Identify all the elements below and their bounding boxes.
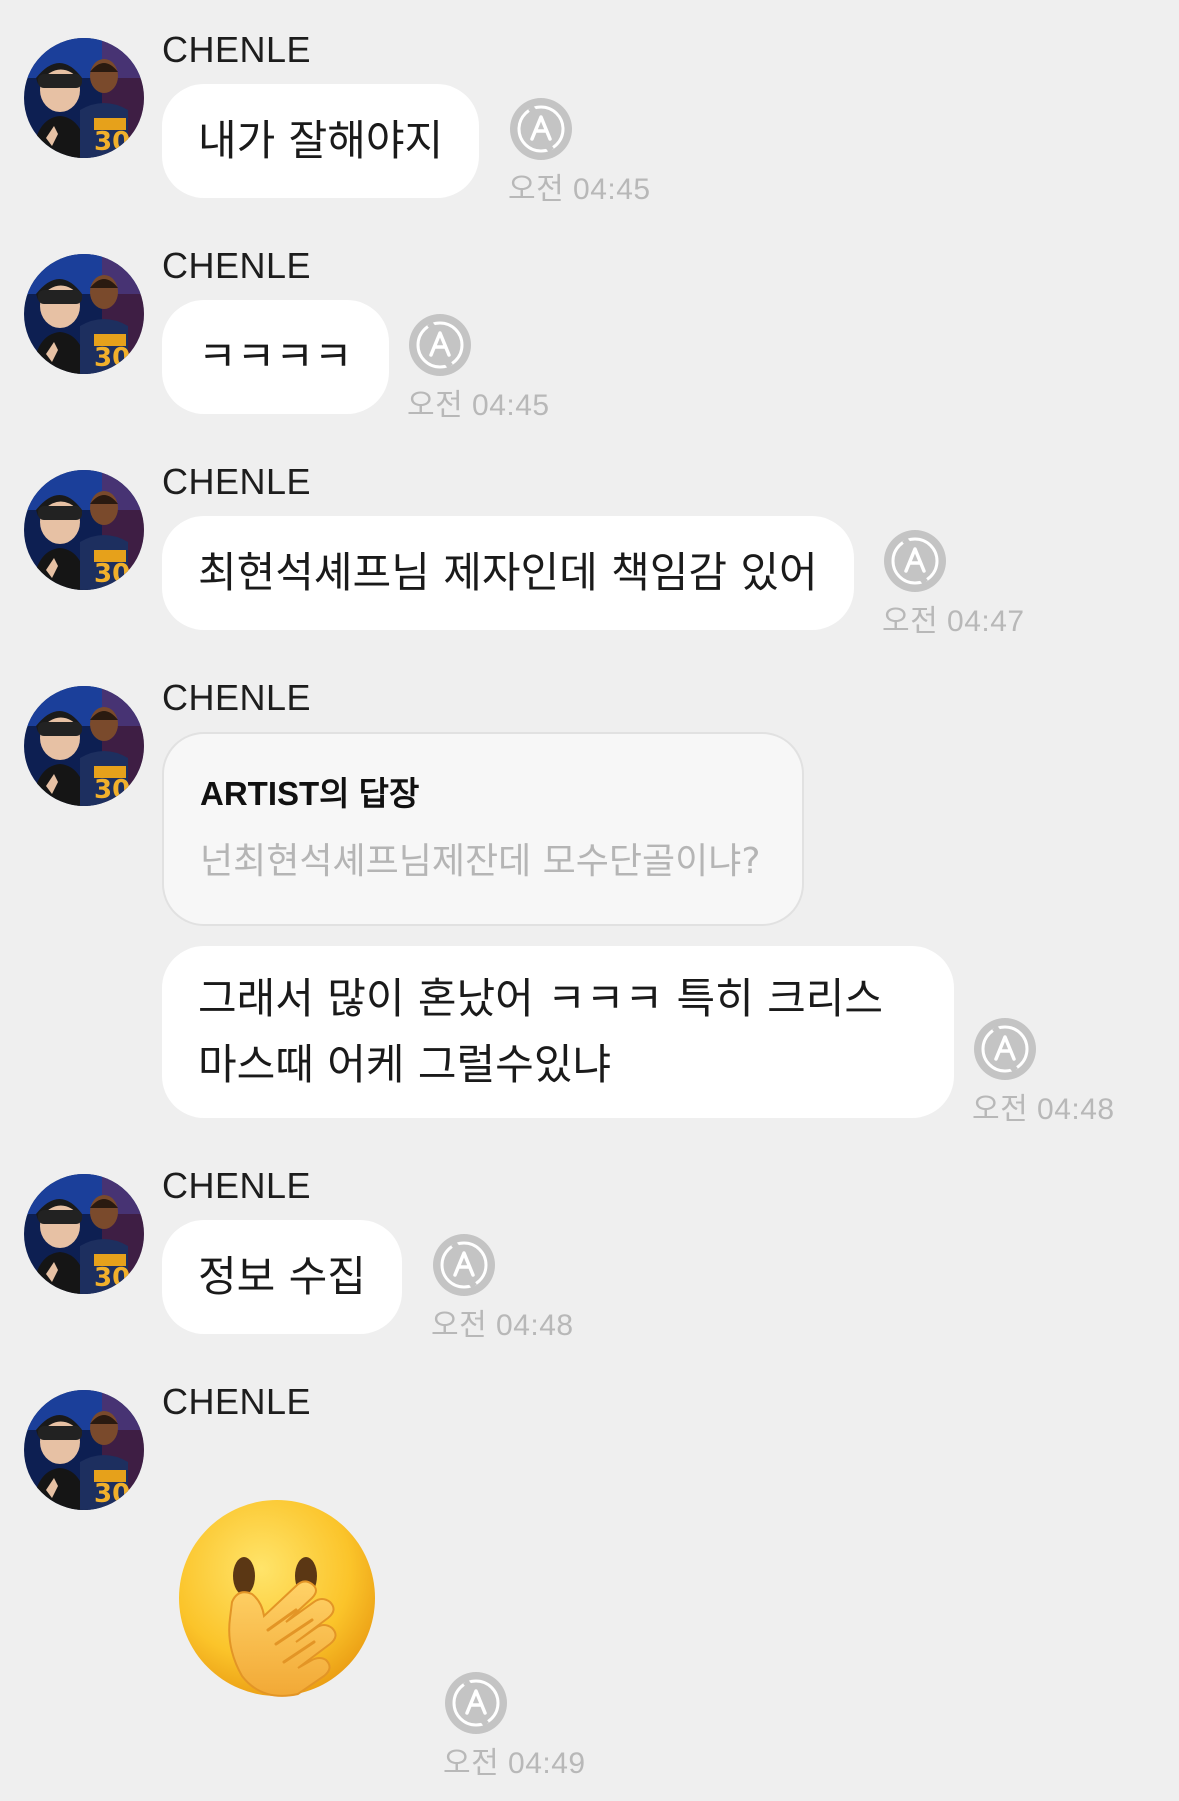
translate-a-icon[interactable]: [508, 96, 574, 162]
message-time: 오전 04:45: [508, 173, 651, 206]
message-time: 오전 04:48: [972, 1093, 1115, 1126]
sender-name: CHENLE: [162, 677, 312, 718]
face-with-hand-over-mouth-icon: [179, 1500, 375, 1697]
translate-a-icon[interactable]: [972, 1016, 1038, 1082]
translate-a-icon[interactable]: [431, 1232, 497, 1298]
translate-a-icon[interactable]: [443, 1670, 509, 1736]
avatar[interactable]: [24, 38, 144, 158]
avatar[interactable]: [24, 254, 144, 374]
reply-title: ARTIST의 답장: [200, 775, 420, 812]
message-time: 오전 04:45: [407, 389, 550, 422]
translate-a-icon[interactable]: [882, 528, 948, 594]
emoji-message[interactable]: [172, 1498, 382, 1708]
sender-name: CHENLE: [162, 1165, 312, 1206]
message-bubble[interactable]: 그래서 많이 혼났어 ㅋㅋㅋ 특히 크리스마스때 어케 그럴수있냐: [162, 946, 954, 1118]
translate-a-icon[interactable]: [407, 312, 473, 378]
sender-name: CHENLE: [162, 245, 312, 286]
reply-quote: 넌최현석셰프님제잔데 모수단골이냐?: [200, 841, 761, 882]
avatar[interactable]: [24, 1390, 144, 1510]
message-bubble[interactable]: 최현석셰프님 제자인데 책임감 있어: [162, 516, 854, 630]
message-bubble[interactable]: 정보 수집: [162, 1220, 402, 1334]
avatar[interactable]: [24, 1174, 144, 1294]
message-time: 오전 04:48: [431, 1309, 574, 1342]
sender-name: CHENLE: [162, 461, 312, 502]
sender-name: CHENLE: [162, 1381, 312, 1422]
message-bubble[interactable]: ㅋㅋㅋㅋ: [162, 300, 389, 414]
sender-name: CHENLE: [162, 29, 312, 70]
avatar[interactable]: [24, 470, 144, 590]
message-time: 오전 04:47: [882, 605, 1025, 638]
message-bubble[interactable]: 내가 잘해야지: [162, 84, 480, 198]
message-time: 오전 04:49: [443, 1747, 586, 1780]
reply-card[interactable]: ARTIST의 답장 넌최현석셰프님제잔데 모수단골이냐?: [162, 732, 804, 926]
avatar[interactable]: [24, 686, 144, 806]
